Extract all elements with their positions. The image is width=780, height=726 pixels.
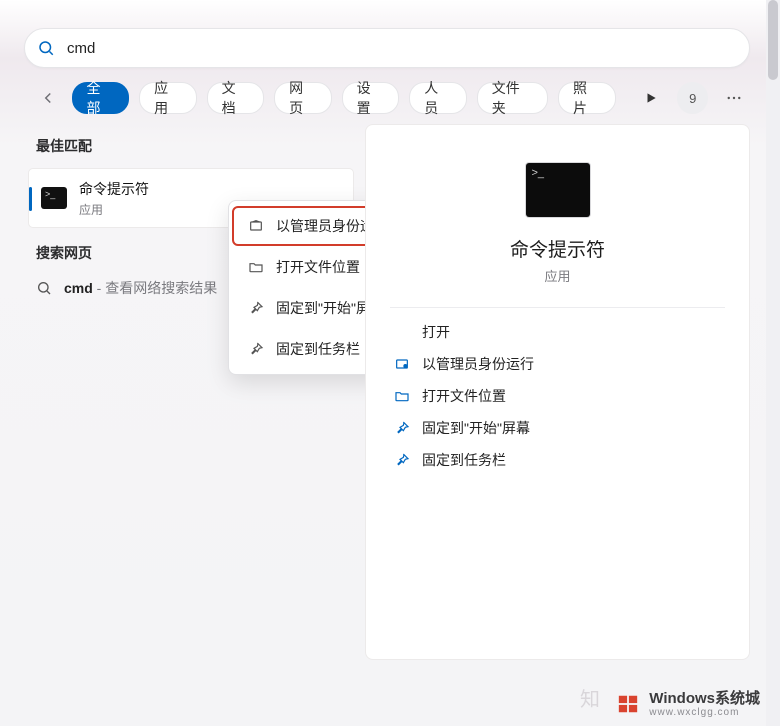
best-match-texts: 命令提示符 应用 [79, 179, 149, 218]
windows-logo-icon [617, 693, 639, 715]
scrollbar-thumb[interactable] [768, 0, 778, 80]
action-label: 打开文件位置 [422, 386, 506, 406]
tab-label: 文件夹 [492, 78, 533, 118]
ctx-label: 固定到任务栏 [276, 339, 360, 359]
play-button[interactable] [636, 82, 667, 114]
shield-icon [248, 218, 264, 234]
web-query: cmd [64, 280, 93, 296]
results-count-badge[interactable]: 9 [677, 82, 708, 114]
search-input[interactable] [65, 39, 735, 58]
best-match-title: 命令提示符 [79, 179, 149, 199]
action-label: 固定到"开始"屏幕 [422, 418, 530, 438]
tab-apps[interactable]: 应用 [139, 82, 197, 114]
details-actions: 打开 以管理员身份运行 打开文件位置 固定到" [390, 316, 725, 476]
tab-photos[interactable]: 照片 [558, 82, 616, 114]
pin-icon [394, 452, 410, 468]
tab-label: 设置 [357, 78, 385, 118]
action-pin-to-taskbar[interactable]: 固定到任务栏 [390, 444, 725, 476]
cmd-icon [41, 187, 67, 209]
search-bar[interactable] [24, 28, 750, 68]
action-run-as-admin[interactable]: 以管理员身份运行 [390, 348, 725, 380]
details-subtitle: 应用 [390, 266, 725, 285]
tab-web[interactable]: 网页 [274, 82, 332, 114]
divider [390, 307, 725, 308]
tab-label: 文档 [222, 78, 250, 118]
badge-count: 9 [689, 91, 696, 106]
watermark-url: www.wxclgg.com [649, 707, 760, 718]
tab-label: 应用 [154, 78, 182, 118]
details-title: 命令提示符 [390, 235, 725, 262]
search-icon [37, 39, 55, 57]
folder-icon [248, 259, 264, 275]
watermark-faint: 知 [580, 683, 600, 712]
pin-icon [394, 420, 410, 436]
ctx-label: 打开文件位置 [276, 257, 360, 277]
action-open-file-location[interactable]: 打开文件位置 [390, 380, 725, 412]
section-best-match: 最佳匹配 [36, 136, 92, 156]
cmd-icon [526, 163, 590, 217]
best-match-subtitle: 应用 [79, 201, 149, 218]
action-pin-to-start[interactable]: 固定到"开始"屏幕 [390, 412, 725, 444]
action-label: 固定到任务栏 [422, 450, 506, 470]
more-button[interactable] [718, 82, 749, 114]
action-label: 打开 [422, 322, 450, 342]
tab-label: 全部 [87, 78, 115, 118]
folder-icon [394, 388, 410, 404]
tab-label: 人员 [424, 78, 452, 118]
tab-label: 照片 [573, 78, 601, 118]
tab-documents[interactable]: 文档 [207, 82, 265, 114]
watermark-brand: Windows系统城 [649, 691, 760, 708]
back-button[interactable] [34, 84, 62, 112]
tab-settings[interactable]: 设置 [342, 82, 400, 114]
details-panel: 命令提示符 应用 打开 以管理员身份运行 打开文件位置 [365, 124, 750, 660]
web-search-item[interactable]: cmd - 查看网络搜索结果 [36, 278, 217, 298]
action-label: 以管理员身份运行 [422, 354, 534, 374]
tab-people[interactable]: 人员 [409, 82, 467, 114]
section-search-web: 搜索网页 [36, 243, 92, 263]
pin-icon [248, 341, 264, 357]
watermark: Windows系统城 www.wxclgg.com [617, 691, 760, 719]
action-open[interactable]: 打开 [390, 316, 725, 348]
shield-icon [394, 356, 410, 372]
filter-tabs: 全部 应用 文档 网页 设置 人员 文件夹 照片 9 [34, 80, 750, 116]
tab-label: 网页 [289, 78, 317, 118]
web-query-suffix: - 查看网络搜索结果 [93, 280, 217, 296]
watermark-text: Windows系统城 www.wxclgg.com [649, 691, 760, 719]
tab-all[interactable]: 全部 [72, 82, 130, 114]
pin-icon [248, 300, 264, 316]
search-icon [36, 280, 52, 296]
tab-folders[interactable]: 文件夹 [477, 82, 548, 114]
window-scrollbar[interactable] [766, 0, 780, 726]
selection-accent [29, 187, 32, 211]
